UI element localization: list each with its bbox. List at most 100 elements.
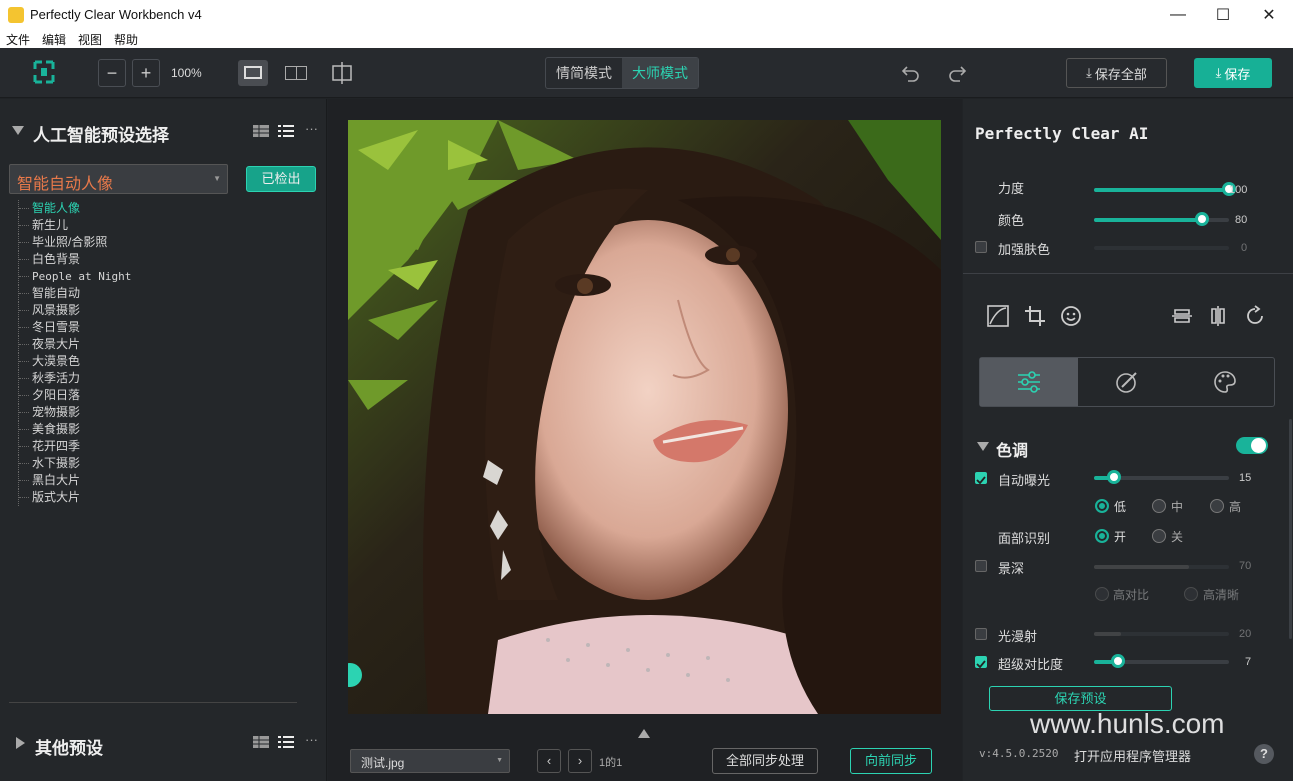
curves-icon[interactable] — [987, 305, 1009, 327]
tab-retouch[interactable] — [1078, 358, 1176, 406]
preset-item[interactable]: 夕阳日落 — [18, 387, 278, 404]
depth-contrast-label: 高对比 — [1113, 588, 1150, 602]
save-button[interactable]: ⤓ 保存 — [1194, 58, 1272, 88]
preset-item[interactable]: People at Night — [18, 268, 278, 285]
face-icon[interactable] — [1060, 305, 1082, 327]
color-slider-handle[interactable] — [1195, 212, 1209, 226]
photo-preview[interactable] — [348, 120, 941, 714]
preset-item[interactable]: 大漠景色 — [18, 353, 278, 370]
simple-mode-tab[interactable]: 情简模式 — [546, 58, 622, 88]
auto-exposure-slider-handle[interactable] — [1107, 470, 1122, 484]
exposure-mid-radio[interactable] — [1152, 499, 1166, 513]
file-dropdown[interactable]: 测试.jpg ▼ — [350, 749, 510, 773]
more-icon[interactable]: ··· — [305, 121, 318, 136]
tab-effects[interactable] — [1176, 358, 1274, 406]
sync-all-button[interactable]: 全部同步处理 — [712, 748, 818, 774]
light-diffuse-value: 20 — [1239, 628, 1252, 640]
flip-vertical-icon[interactable] — [1171, 305, 1193, 327]
scrollbar[interactable] — [1289, 419, 1292, 639]
depth-checkbox[interactable] — [975, 560, 987, 572]
panel-tabs — [979, 357, 1275, 407]
preset-dropdown[interactable]: 智能自动人像 ▼ — [9, 164, 228, 194]
filmstrip-toggle-icon[interactable] — [638, 729, 650, 738]
side-by-side-icon[interactable] — [285, 66, 307, 80]
maximize-button[interactable]: ☐ — [1200, 0, 1246, 30]
help-icon[interactable]: ? — [1254, 744, 1274, 764]
exposure-high-radio[interactable] — [1210, 499, 1224, 513]
enhance-skin-slider[interactable] — [1094, 246, 1229, 250]
retouch-icon — [1116, 372, 1137, 393]
collapse-icon[interactable] — [12, 126, 24, 135]
menu-view[interactable]: 视图 — [78, 31, 102, 48]
enhance-skin-checkbox[interactable] — [975, 241, 987, 253]
list-view-icon[interactable] — [278, 124, 294, 138]
app-icon — [8, 7, 24, 23]
preset-item[interactable]: 美食摄影 — [18, 421, 278, 438]
preset-item[interactable]: 版式大片 — [18, 489, 278, 506]
menu-edit[interactable]: 编辑 — [42, 31, 66, 48]
preset-tree: 智能人像 新生儿 毕业照/合影照 白色背景 People at Night 智能… — [18, 200, 278, 506]
redo-icon[interactable] — [946, 62, 968, 84]
download-icon: ⤓ — [1086, 65, 1092, 80]
rotate-icon[interactable] — [1244, 305, 1266, 327]
depth-contrast-radio[interactable] — [1095, 587, 1109, 601]
preset-item[interactable]: 秋季活力 — [18, 370, 278, 387]
face-detect-off-radio[interactable] — [1152, 529, 1166, 543]
tab-adjust[interactable] — [980, 358, 1078, 406]
save-all-button[interactable]: ⤓ 保存全部 — [1066, 58, 1167, 88]
menu-file[interactable]: 文件 — [6, 31, 30, 48]
zoom-in-button[interactable]: + — [132, 59, 160, 87]
master-mode-tab[interactable]: 大师模式 — [622, 58, 698, 88]
app-manager-link[interactable]: 打开应用程序管理器 — [1074, 746, 1191, 765]
preset-item[interactable]: 智能自动 — [18, 285, 278, 302]
light-diffuse-checkbox[interactable] — [975, 628, 987, 640]
tone-toggle[interactable] — [1236, 437, 1268, 454]
ai-panel-title: Perfectly Clear AI — [975, 124, 1149, 143]
exposure-low-radio[interactable] — [1095, 499, 1109, 513]
preset-item[interactable]: 冬日雪景 — [18, 319, 278, 336]
prev-image-button[interactable]: ‹ — [537, 749, 561, 773]
preset-item[interactable]: 花开四季 — [18, 438, 278, 455]
minimize-button[interactable]: — — [1155, 0, 1201, 30]
light-diffuse-slider[interactable] — [1094, 632, 1229, 636]
depth-slider[interactable] — [1094, 565, 1229, 569]
super-contrast-slider-handle[interactable] — [1111, 654, 1126, 668]
close-button[interactable]: ✕ — [1246, 0, 1292, 30]
strength-slider[interactable] — [1094, 188, 1229, 192]
preset-item[interactable]: 水下摄影 — [18, 455, 278, 472]
preset-item[interactable]: 风景摄影 — [18, 302, 278, 319]
sync-forward-button[interactable]: 向前同步 — [850, 748, 932, 774]
window-title: Perfectly Clear Workbench v4 — [30, 7, 202, 22]
undo-icon[interactable] — [900, 62, 922, 84]
flip-horizontal-icon[interactable] — [1207, 305, 1229, 327]
face-detect-on-radio[interactable] — [1095, 529, 1109, 543]
preset-item[interactable]: 智能人像 — [18, 200, 278, 217]
depth-clarity-label: 高清晰 — [1203, 588, 1240, 602]
super-contrast-label: 超级对比度 — [998, 657, 1064, 672]
auto-exposure-checkbox[interactable] — [975, 472, 987, 485]
crop-icon[interactable] — [1024, 305, 1046, 327]
menu-help[interactable]: 帮助 — [114, 31, 138, 48]
next-image-button[interactable]: › — [568, 749, 592, 773]
preset-item[interactable]: 毕业照/合影照 — [18, 234, 278, 251]
grid-view-icon[interactable] — [253, 736, 269, 748]
zoom-out-button[interactable]: − — [98, 59, 126, 87]
depth-label: 景深 — [998, 561, 1025, 576]
list-view-icon[interactable] — [278, 735, 294, 749]
preset-item[interactable]: 黑白大片 — [18, 472, 278, 489]
preset-item[interactable]: 白色背景 — [18, 251, 278, 268]
color-label: 颜色 — [998, 213, 1025, 228]
expand-icon[interactable] — [16, 737, 25, 749]
grid-view-icon[interactable] — [253, 125, 269, 137]
collapse-icon[interactable] — [977, 442, 989, 451]
super-contrast-checkbox[interactable] — [975, 656, 987, 669]
more-icon[interactable]: ··· — [305, 732, 318, 747]
single-view-icon[interactable] — [238, 60, 268, 86]
preset-item[interactable]: 宠物摄影 — [18, 404, 278, 421]
checked-out-button[interactable]: 已检出 — [246, 166, 316, 192]
split-view-icon[interactable] — [330, 61, 354, 85]
preset-item[interactable]: 夜景大片 — [18, 336, 278, 353]
preset-item[interactable]: 新生儿 — [18, 217, 278, 234]
depth-clarity-radio[interactable] — [1184, 587, 1198, 601]
sliders-icon — [1018, 371, 1040, 393]
